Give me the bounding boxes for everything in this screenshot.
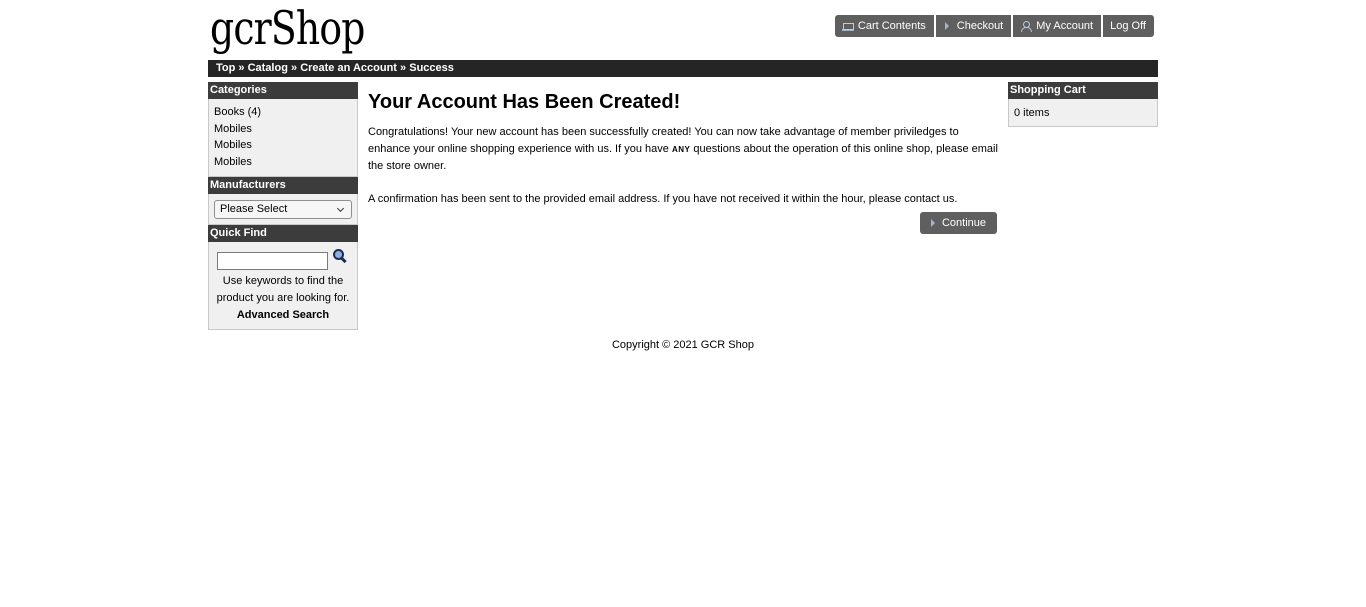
page-title: Your Account Has Been Created! bbox=[368, 91, 681, 113]
categories-heading: Categories bbox=[208, 82, 358, 99]
continue-button[interactable]: Continue bbox=[919, 212, 997, 234]
category-link-books[interactable]: Books (4) bbox=[214, 106, 261, 118]
confirmation-message: A confirmation has been sent to the prov… bbox=[368, 192, 958, 205]
quick-find-help: Use keywords to find the product you are… bbox=[216, 275, 350, 304]
breadcrumb-separator: » bbox=[238, 62, 248, 74]
arrow-right-icon bbox=[930, 219, 935, 227]
quick-find-heading: Quick Find bbox=[208, 225, 358, 242]
manufacturers-heading: Manufacturers bbox=[208, 177, 358, 194]
breadcrumb-separator: » bbox=[291, 62, 301, 74]
log-off-button[interactable]: Log Off bbox=[1103, 15, 1154, 37]
categories-box: Books (4) Mobiles Mobiles Mobiles bbox=[208, 99, 358, 177]
breadcrumb-top[interactable]: Top bbox=[216, 62, 235, 74]
right-column: Shopping Cart 0 items bbox=[1008, 82, 1158, 127]
store-logo[interactable]: gcrShop bbox=[210, 3, 365, 53]
category-link-mobiles[interactable]: Mobiles bbox=[214, 139, 252, 151]
search-icon[interactable] bbox=[333, 249, 347, 263]
arrow-right-icon bbox=[944, 22, 949, 30]
category-link-mobiles[interactable]: Mobiles bbox=[214, 123, 252, 135]
breadcrumb-catalog[interactable]: Catalog bbox=[248, 62, 288, 74]
cart-contents-label: Cart Contents bbox=[857, 20, 926, 32]
shopping-cart-heading[interactable]: Shopping Cart bbox=[1008, 82, 1158, 99]
category-link-mobiles[interactable]: Mobiles bbox=[214, 156, 252, 168]
manufacturers-box: Please Select bbox=[208, 194, 358, 225]
breadcrumb: Top » Catalog » Create an Account » Succ… bbox=[208, 60, 1158, 77]
chevron-down-icon bbox=[336, 204, 345, 213]
my-account-button[interactable]: My Account bbox=[1013, 15, 1102, 37]
advanced-search-link[interactable]: Advanced Search bbox=[213, 307, 353, 323]
quick-find-row bbox=[213, 247, 353, 270]
success-message: Congratulations! Your new account has be… bbox=[368, 124, 998, 175]
shopping-cart-box: 0 items bbox=[1008, 99, 1158, 127]
list-item: Mobiles bbox=[214, 121, 352, 138]
quick-find-box: Use keywords to find the product you are… bbox=[208, 242, 358, 330]
user-icon bbox=[1020, 21, 1033, 32]
breadcrumb-create-account[interactable]: Create an Account bbox=[300, 62, 397, 74]
continue-label: Continue bbox=[941, 217, 986, 229]
cart-contents-button[interactable]: Cart Contents bbox=[834, 15, 934, 37]
breadcrumb-separator: » bbox=[400, 62, 410, 74]
category-list: Books (4) Mobiles Mobiles Mobiles bbox=[214, 104, 352, 170]
cart-icon bbox=[841, 21, 854, 31]
checkout-button[interactable]: Checkout bbox=[935, 15, 1012, 37]
header-nav: Cart Contents Checkout My Account Log Of… bbox=[834, 15, 1154, 37]
log-off-label: Log Off bbox=[1110, 20, 1146, 32]
list-item: Mobiles bbox=[214, 137, 352, 154]
emphasis-any: ANY bbox=[671, 144, 691, 154]
manufacturer-select-value: Please Select bbox=[220, 203, 288, 215]
checkout-label: Checkout bbox=[956, 20, 1004, 32]
quick-find-input[interactable] bbox=[217, 252, 328, 270]
manufacturer-select[interactable]: Please Select bbox=[214, 200, 352, 219]
main-content: Your Account Has Been Created! Congratul… bbox=[368, 89, 998, 234]
footer-copyright: Copyright © 2021 GCR Shop bbox=[611, 339, 754, 351]
my-account-label: My Account bbox=[1036, 20, 1094, 32]
page: gcrShop Cart Contents Checkout My Accoun… bbox=[208, 0, 1158, 607]
breadcrumb-success[interactable]: Success bbox=[409, 62, 454, 74]
list-item: Mobiles bbox=[214, 154, 352, 171]
cart-summary: 0 items bbox=[1014, 107, 1050, 119]
list-item: Books (4) bbox=[214, 104, 352, 121]
left-column: Categories Books (4) Mobiles Mobiles Mob… bbox=[208, 82, 358, 330]
